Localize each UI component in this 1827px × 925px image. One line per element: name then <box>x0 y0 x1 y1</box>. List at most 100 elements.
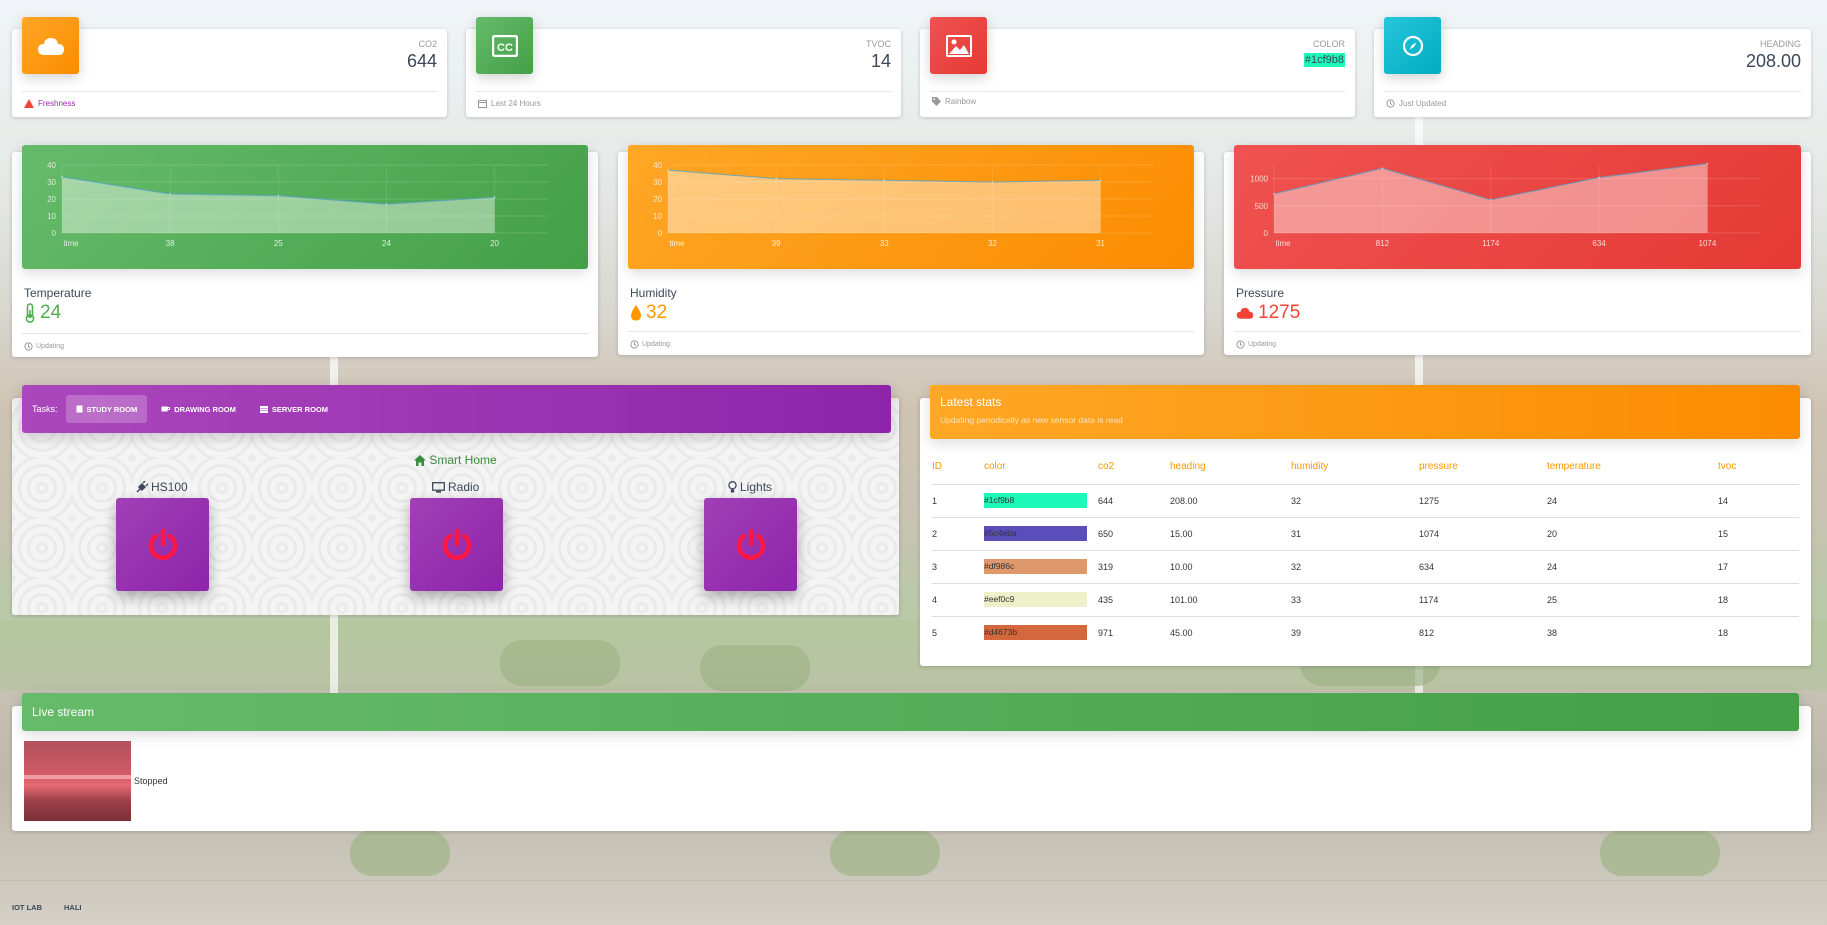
footer-link-iot-lab[interactable]: IOT LAB <box>12 903 42 912</box>
footer-link-hali[interactable]: HALI <box>64 903 82 912</box>
cell-heading: 101.00 <box>1170 583 1291 617</box>
chart-footer-text: Updating <box>642 341 671 348</box>
column-header[interactable]: heading <box>1170 450 1291 485</box>
latest-stats-subtitle: Updating periodically as new sensor data… <box>940 415 1123 425</box>
power-icon <box>736 528 765 560</box>
y-tick-label: 20 <box>47 195 56 204</box>
server-icon <box>259 405 268 413</box>
data-point <box>493 196 496 199</box>
book-icon <box>76 405 83 413</box>
chart-label: Temperature <box>24 286 92 300</box>
cell-heading: 208.00 <box>1170 484 1291 518</box>
column-header[interactable]: pressure <box>1419 450 1547 485</box>
stat-card-heading: Heading 208.00 Just Updated <box>1374 17 1811 117</box>
background-shrub <box>1600 830 1720 876</box>
x-tick-label: 1174 <box>1482 239 1500 248</box>
live-stream-card: Live stream Stopped <box>12 693 1811 831</box>
home-icon <box>414 454 427 466</box>
power-icon <box>148 528 177 560</box>
stat-value: 208.00 <box>1745 51 1801 71</box>
stat-footer: Just Updated <box>1386 99 1446 108</box>
power-button-lights[interactable] <box>704 498 797 591</box>
divider <box>476 91 891 92</box>
data-point <box>1706 162 1709 165</box>
stat-footer: Rainbow <box>932 97 976 106</box>
data-point <box>667 169 669 171</box>
power-icon <box>442 528 471 560</box>
stat-footer-link[interactable]: Freshness <box>38 99 75 108</box>
pressure-chart: 1000 500 0 time 812 1174 634 1074 <box>1250 162 1761 248</box>
device-label-lights: Lights <box>728 480 772 494</box>
chart-value: 32 <box>630 302 667 324</box>
cell-temperature: 38 <box>1547 627 1558 638</box>
clock-icon <box>630 340 639 349</box>
color-swatch: #1cf9b8 <box>984 493 1087 508</box>
column-header[interactable]: color <box>984 450 1098 485</box>
background-shrub <box>350 830 450 876</box>
stat-color-value: #1cf9b8 <box>1303 53 1345 67</box>
x-tick-label: 32 <box>988 239 997 248</box>
tab-study-room[interactable]: Study Room <box>65 395 148 423</box>
cloud-icon <box>37 37 64 55</box>
cell-color: #1cf9b8 <box>984 484 1098 518</box>
stat-icon-box <box>1384 17 1441 74</box>
calendar-icon <box>478 100 487 108</box>
stat-value: 644 <box>406 51 437 71</box>
compass-icon <box>1402 35 1423 56</box>
live-stream-video[interactable] <box>24 741 131 821</box>
chart-card-pressure: 1000 500 0 time 812 1174 634 1074 Pressure 1275… <box>1224 145 1811 355</box>
device-label-text: Radio <box>448 480 480 494</box>
latest-stats-title: Latest stats <box>940 395 1002 409</box>
stat-icon-box: CC <box>476 17 533 74</box>
table-row: 3 #df986c 319 10.00 32 634 24 17 <box>932 550 1799 584</box>
table-row: 5 #d4673b 971 45.00 39 812 38 18 <box>932 616 1799 649</box>
power-button-radio[interactable] <box>410 498 503 591</box>
column-header[interactable]: tvoc <box>1718 450 1799 485</box>
color-swatch: #5c4eba <box>984 526 1087 541</box>
x-tick-label: 33 <box>880 239 889 248</box>
image-icon <box>945 34 972 57</box>
cell-temperature: 20 <box>1547 517 1718 551</box>
live-stream-header: Live stream <box>22 693 1799 731</box>
chart-footer-text: Updating <box>1248 341 1277 348</box>
cell-tvoc: 15 <box>1718 517 1799 551</box>
background-shrub <box>830 830 940 876</box>
temperature-chart: 40 30 20 10 0 time 38 25 24 20 <box>47 161 548 248</box>
cell-color: #df986c <box>984 550 1098 584</box>
divider <box>22 91 437 92</box>
divider <box>628 331 1194 332</box>
tab-server-room[interactable]: Server Room <box>250 395 338 423</box>
bulb-icon <box>728 481 737 493</box>
cell-color: #5c4eba <box>984 517 1098 551</box>
tag-icon <box>932 97 941 106</box>
power-button-hs100[interactable] <box>116 498 209 591</box>
column-header[interactable]: temperature <box>1547 450 1718 485</box>
device-label-hs100: HS100 <box>136 480 188 494</box>
table-row: 2 #5c4eba 650 15.00 31 1074 20 15 <box>932 517 1799 551</box>
tab-drawing-room[interactable]: Drawing Room <box>151 395 246 423</box>
data-point <box>277 194 280 197</box>
chart-area-pressure: 1000 500 0 time 812 1174 634 1074 <box>1234 145 1801 269</box>
stat-value: 14 <box>870 51 891 71</box>
stat-card-color: Color #1cf9b8 Rainbow <box>920 17 1355 117</box>
cell-tvoc: 14 <box>1718 484 1799 518</box>
table-row: 1 #1cf9b8 644 208.00 32 1275 24 14 <box>932 484 1799 518</box>
chart-value: 1275 <box>1236 302 1300 324</box>
live-stream-status: Stopped <box>134 776 168 786</box>
column-header[interactable]: humidity <box>1291 450 1419 485</box>
chart-card-humidity: 40 30 20 10 0 time 39 33 32 31 Humidity 32 Updati… <box>618 145 1204 355</box>
video-glare <box>24 775 131 779</box>
cloud-icon <box>1236 307 1254 319</box>
stat-footer-text: Just Updated <box>1399 99 1447 108</box>
latest-stats-table-wrap: ID color co2 heading humidity pressure t… <box>932 450 1799 649</box>
data-point <box>1099 179 1102 182</box>
column-header[interactable]: co2 <box>1098 450 1170 485</box>
divider <box>1234 331 1801 332</box>
tasks-header: Tasks: Study Room Drawing Room Server Ro… <box>22 385 891 433</box>
x-tick-label: time <box>669 239 685 248</box>
data-point <box>169 193 171 195</box>
x-tick-label: 634 <box>1592 239 1606 248</box>
x-tick-label: 25 <box>274 239 283 248</box>
column-header[interactable]: ID <box>932 450 984 485</box>
monitor-icon <box>432 481 445 493</box>
